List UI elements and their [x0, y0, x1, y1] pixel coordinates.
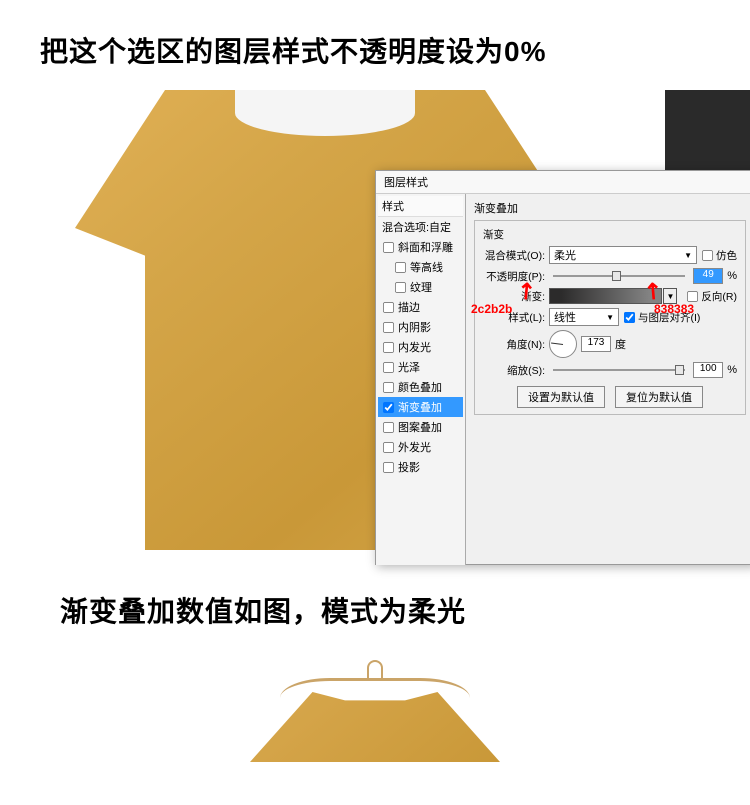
dropdown-arrow-icon: ▼	[684, 251, 692, 260]
angle-unit: 度	[615, 336, 626, 352]
inner-shadow-checkbox[interactable]	[383, 321, 394, 332]
opacity-slider[interactable]	[553, 275, 685, 277]
style-item-drop-shadow[interactable]: 投影	[378, 457, 463, 477]
blend-mode-label: 混合模式(O):	[483, 248, 545, 263]
slider-thumb[interactable]	[612, 271, 621, 281]
caption-bottom: 渐变叠加数值如图，模式为柔光	[0, 570, 750, 650]
dropdown-arrow-icon: ▼	[606, 313, 614, 322]
pattern-overlay-checkbox[interactable]	[383, 421, 394, 432]
reset-default-button[interactable]: 复位为默认值	[615, 386, 703, 408]
style-item-pattern-overlay[interactable]: 图案叠加	[378, 417, 463, 437]
set-default-button[interactable]: 设置为默认值	[517, 386, 605, 408]
angle-input[interactable]: 173	[581, 336, 611, 352]
right-header: 渐变叠加	[474, 200, 746, 216]
drop-shadow-checkbox[interactable]	[383, 461, 394, 472]
slider-thumb[interactable]	[675, 365, 684, 375]
style-select[interactable]: 线性▼	[549, 308, 619, 326]
styles-list-panel: 样式 混合选项:自定 斜面和浮雕 等高线 纹理 描边 内阴影 内发光 光泽 颜色…	[376, 194, 466, 565]
scale-label: 缩放(S):	[483, 363, 545, 378]
tutorial-image-area: 图层样式 样式 混合选项:自定 斜面和浮雕 等高线 纹理 描边 内阴影 内发光 …	[75, 90, 675, 570]
style-item-outer-glow[interactable]: 外发光	[378, 437, 463, 457]
angle-label: 角度(N):	[483, 337, 545, 352]
blend-options-item[interactable]: 混合选项:自定	[378, 217, 463, 237]
inner-glow-checkbox[interactable]	[383, 341, 394, 352]
styles-header: 样式	[378, 196, 463, 217]
style-item-stroke[interactable]: 描边	[378, 297, 463, 317]
style-item-contour[interactable]: 等高线	[378, 257, 463, 277]
angle-dial[interactable]	[549, 330, 577, 358]
style-item-inner-shadow[interactable]: 内阴影	[378, 317, 463, 337]
color-overlay-checkbox[interactable]	[383, 381, 394, 392]
layer-style-dialog: 图层样式 样式 混合选项:自定 斜面和浮雕 等高线 纹理 描边 内阴影 内发光 …	[375, 170, 750, 565]
stroke-checkbox[interactable]	[383, 301, 394, 312]
annotation-right-hex: 838383	[654, 302, 694, 316]
scale-slider[interactable]	[553, 369, 685, 371]
style-item-satin[interactable]: 光泽	[378, 357, 463, 377]
scale-unit: %	[727, 364, 737, 376]
annotation-left-hex: 2c2b2b	[471, 302, 512, 316]
hanger-tshirt-preview	[175, 660, 575, 760]
style-item-color-overlay[interactable]: 颜色叠加	[378, 377, 463, 397]
satin-checkbox[interactable]	[383, 361, 394, 372]
fieldset-label: 渐变	[483, 227, 737, 242]
caption-top: 把这个选区的图层样式不透明度设为0%	[0, 0, 750, 90]
blend-mode-select[interactable]: 柔光▼	[549, 246, 697, 264]
gradient-fieldset: 渐变 混合模式(O): 柔光▼ 仿色 不透明度(P):	[474, 220, 746, 415]
dither-checkbox[interactable]	[702, 249, 713, 260]
contour-checkbox[interactable]	[395, 261, 406, 272]
style-item-texture[interactable]: 纹理	[378, 277, 463, 297]
outer-glow-checkbox[interactable]	[383, 441, 394, 452]
style-item-inner-glow[interactable]: 内发光	[378, 337, 463, 357]
gradient-overlay-panel: 渐变叠加 渐变 混合模式(O): 柔光▼ 仿色	[466, 194, 750, 565]
gradient-overlay-checkbox[interactable]	[383, 401, 394, 412]
reverse-checkbox[interactable]	[687, 290, 698, 301]
dither-checkbox-wrap[interactable]: 仿色	[701, 248, 737, 263]
dialog-title: 图层样式	[376, 171, 750, 194]
scale-input[interactable]: 100	[693, 362, 723, 378]
bevel-checkbox[interactable]	[383, 241, 394, 252]
align-checkbox[interactable]	[624, 311, 635, 322]
opacity-input[interactable]: 49	[693, 268, 723, 284]
texture-checkbox[interactable]	[395, 281, 406, 292]
opacity-unit: %	[727, 270, 737, 282]
style-item-bevel[interactable]: 斜面和浮雕	[378, 237, 463, 257]
style-item-gradient-overlay[interactable]: 渐变叠加	[378, 397, 463, 417]
opacity-label: 不透明度(P):	[483, 269, 545, 284]
